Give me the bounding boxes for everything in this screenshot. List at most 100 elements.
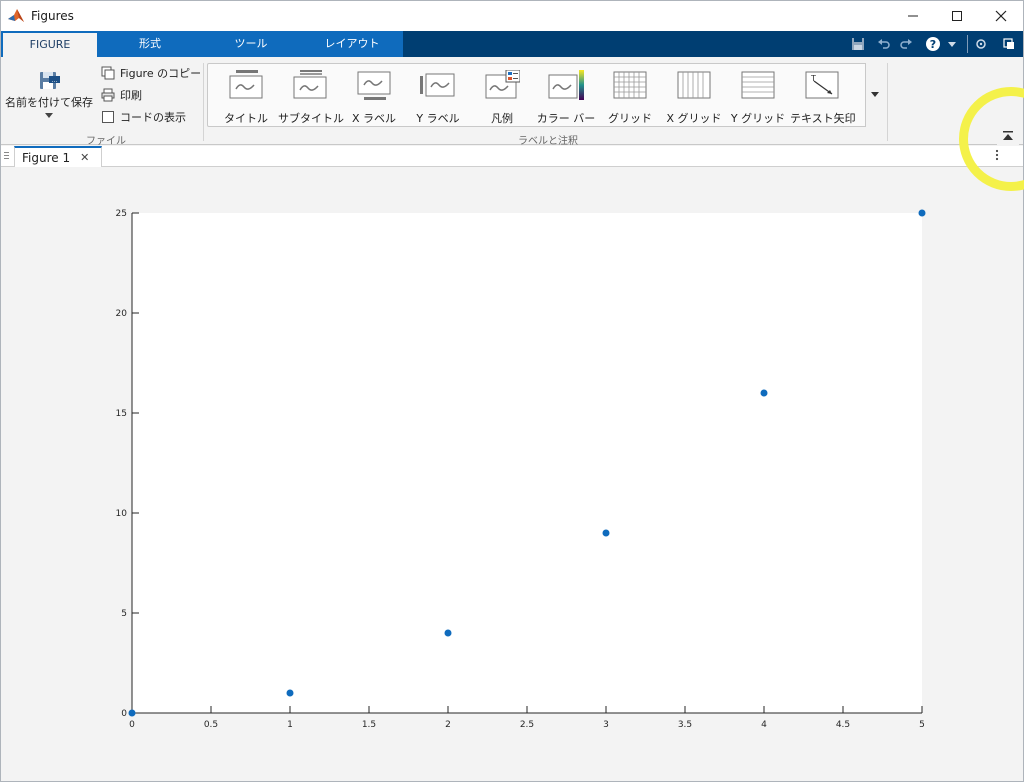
x-tick-label: 3 [603, 720, 609, 730]
y-tick-label: 10 [116, 509, 128, 519]
save-as-icon: ... [40, 72, 60, 89]
close-button[interactable] [979, 1, 1023, 31]
ygrid-icon [741, 71, 775, 99]
figure-canvas[interactable]: 0 0.5 1 1.5 2 2.5 3 3.5 4 4.5 5 0 5 10 15 20 25 [1, 167, 1023, 781]
xlabel-label: X ラベル [351, 112, 397, 125]
xgrid-icon [677, 71, 711, 99]
undo-button[interactable] [877, 31, 891, 57]
drag-handle-icon[interactable] [4, 151, 9, 162]
ylabel-icon [420, 73, 455, 97]
print-label: 印刷 [120, 89, 142, 102]
help-dropdown-button[interactable] [947, 31, 957, 57]
copy-figure-button[interactable]: Figure のコピー [101, 64, 201, 82]
close-tab-icon[interactable]: ✕ [80, 151, 89, 164]
dropdown-icon [948, 42, 956, 47]
data-point [918, 209, 926, 217]
copy-figure-label: Figure のコピー [120, 67, 202, 80]
x-tick-label: 1.5 [362, 720, 376, 730]
x-tick-label: 5 [919, 720, 925, 730]
tab-figure-1[interactable]: Figure 1 ✕ [14, 146, 102, 167]
y-tick-label: 15 [116, 409, 127, 419]
scatter-plot[interactable]: 0 0.5 1 1.5 2 2.5 3 3.5 4 4.5 5 0 5 10 15 20 25 [1, 167, 1023, 767]
copy-icon [101, 66, 115, 80]
tab-format[interactable]: 形式 [101, 31, 199, 57]
data-point [128, 709, 136, 717]
grid-label: グリッド [608, 112, 652, 125]
x-tick-label: 2.5 [520, 720, 534, 730]
tab-layout[interactable]: レイアウト [301, 31, 403, 57]
subtitle-icon [293, 70, 327, 99]
save-icon [852, 38, 864, 50]
redo-button[interactable] [899, 31, 913, 57]
more-options-icon[interactable] [995, 149, 999, 164]
title-button[interactable]: タイトル [214, 68, 278, 126]
ribbon-divider [887, 63, 888, 141]
chevron-down-icon [870, 92, 879, 97]
gallery-expand-button[interactable] [865, 63, 883, 127]
annotation-group-label: ラベルと注釈 [518, 136, 578, 147]
options-icon [976, 39, 986, 49]
legend-label: 凡例 [491, 112, 513, 125]
redo-icon [900, 39, 912, 49]
colorbar-icon [548, 70, 584, 100]
legend-button[interactable]: 凡例 [470, 68, 534, 126]
x-tick-label: 2 [445, 720, 451, 730]
colorbar-label: カラー バー [536, 112, 596, 125]
quick-access-divider [967, 35, 968, 53]
print-button[interactable]: 印刷 [101, 86, 142, 104]
svg-text:...: ... [52, 77, 58, 84]
xlabel-button[interactable]: X ラベル [342, 68, 406, 126]
tab-figure[interactable]: FIGURE [3, 33, 97, 57]
document-tab-strip: Figure 1 ✕ [1, 146, 1023, 167]
undock-button[interactable] [1003, 31, 1015, 57]
x-tick-label: 0 [129, 720, 135, 730]
colorbar-button[interactable]: カラー バー [534, 68, 598, 126]
xgrid-button[interactable]: X グリッド [662, 68, 726, 126]
undock-icon [1003, 38, 1014, 49]
data-point [602, 529, 610, 537]
print-icon [101, 88, 115, 102]
text-arrow-button[interactable]: T テキスト矢印 [790, 68, 856, 126]
x-tick-label: 3.5 [678, 720, 692, 730]
svg-text:?: ? [930, 38, 936, 51]
window-title: Figures [31, 9, 74, 23]
chevron-down-icon [45, 113, 53, 118]
help-button[interactable]: ? [925, 31, 941, 57]
title-icon [229, 70, 263, 99]
collapse-up-icon [1003, 131, 1013, 140]
ribbon-tab-bar: FIGURE 形式 ツール レイアウト ? [1, 31, 1023, 57]
data-point [760, 389, 768, 397]
ygrid-button[interactable]: Y グリッド [726, 68, 790, 126]
matlab-logo-icon [8, 9, 24, 22]
ribbon-divider [203, 63, 204, 141]
save-as-button[interactable]: ... 名前を付けて保存 [3, 65, 95, 119]
plot-area [132, 213, 922, 713]
figure-tab-label: Figure 1 [22, 150, 71, 165]
ygrid-label: Y グリッド [730, 112, 786, 125]
annotation-gallery: タイトル サブタイトル X ラベル Y ラベル 凡例 カラー バー グリッド X… [207, 63, 883, 127]
y-tick-label: 0 [121, 709, 127, 719]
data-point [286, 689, 294, 697]
x-tick-label: 4 [761, 720, 767, 730]
ylabel-button[interactable]: Y ラベル [406, 68, 470, 126]
y-tick-label: 25 [116, 209, 127, 219]
subtitle-button[interactable]: サブタイトル [278, 68, 344, 126]
ribbon-panel: ... 名前を付けて保存 Figure のコピー 印刷 コードの表示 ファイル … [1, 57, 1023, 147]
collapse-ribbon-button[interactable] [997, 127, 1019, 145]
show-code-checkbox[interactable]: コードの表示 [101, 108, 186, 126]
xgrid-label: X グリッド [666, 112, 722, 125]
y-tick-label: 20 [116, 309, 128, 319]
grid-button[interactable]: グリッド [598, 68, 662, 126]
checkbox-icon [102, 111, 114, 123]
save-quick-button[interactable] [851, 31, 865, 57]
text-arrow-icon: T [805, 71, 839, 99]
maximize-button[interactable] [935, 1, 979, 31]
x-tick-label: 0.5 [204, 720, 218, 730]
minimize-icon [908, 15, 918, 17]
minimize-button[interactable] [891, 1, 935, 31]
xlabel-icon [357, 71, 391, 100]
options-button[interactable] [975, 31, 987, 57]
tab-tools[interactable]: ツール [201, 31, 301, 57]
grid-icon [613, 71, 647, 99]
subtitle-label: サブタイトル [278, 112, 344, 125]
